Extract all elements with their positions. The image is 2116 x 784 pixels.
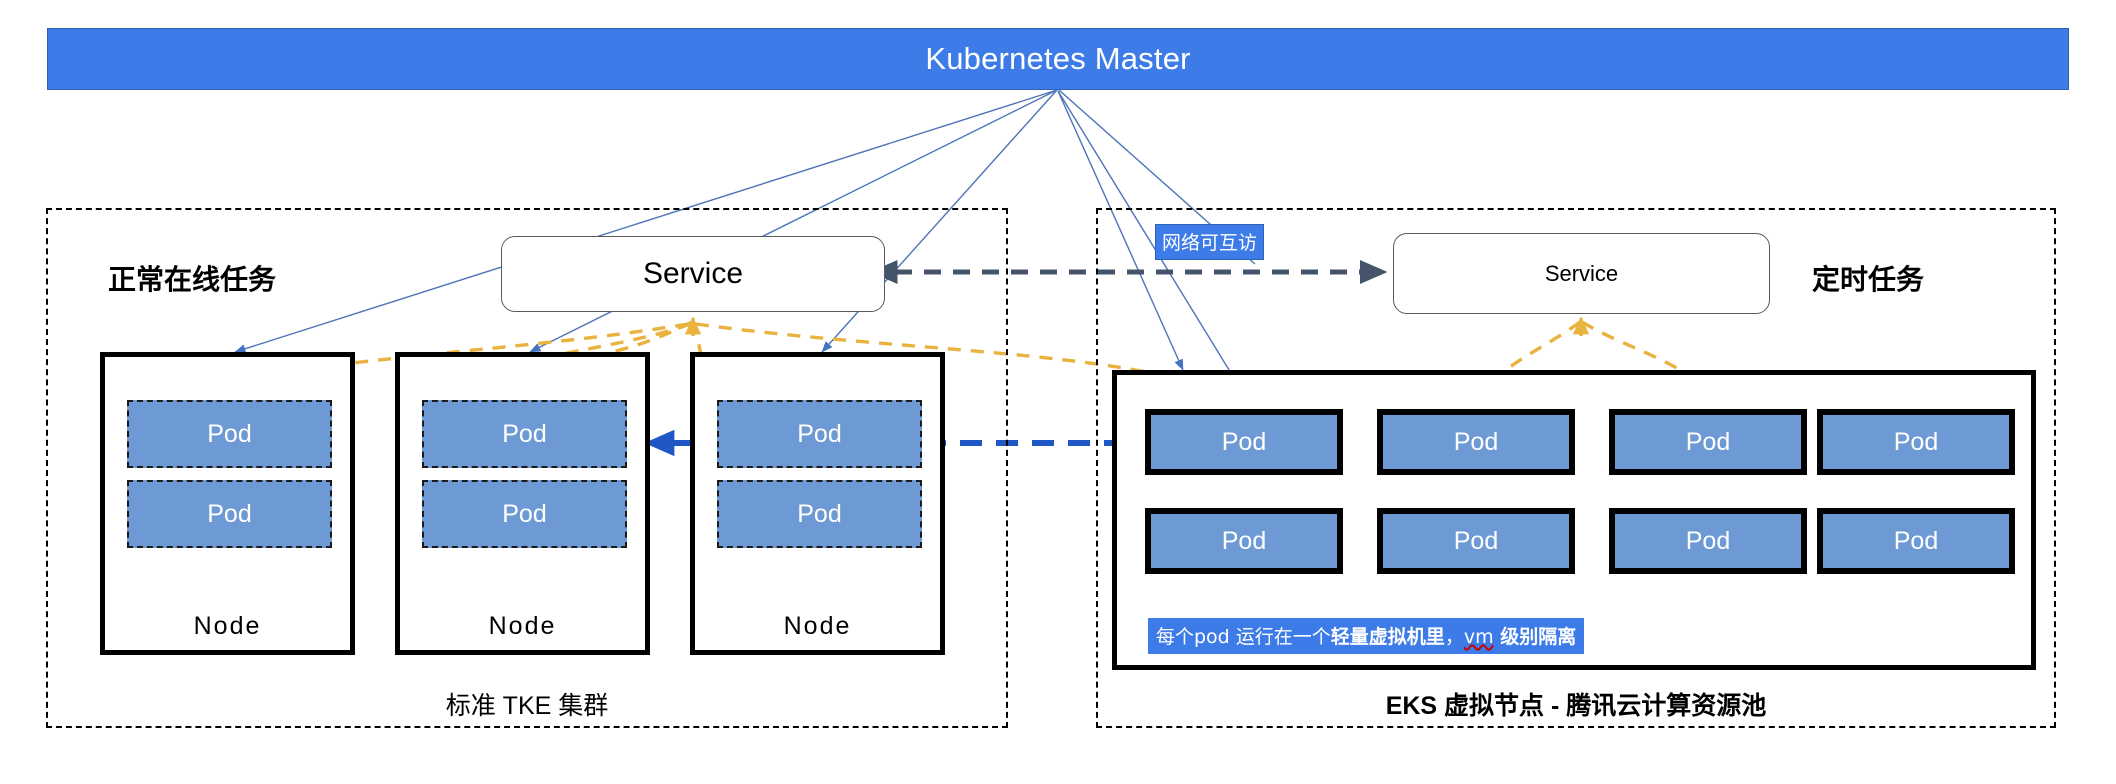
pod: Pod	[1609, 409, 1807, 475]
pod: Pod	[1145, 409, 1343, 475]
pod-label: Pod	[1453, 427, 1499, 456]
tke-node-2: Pod Pod Node	[395, 352, 650, 655]
pod-label: Pod	[502, 419, 547, 448]
pod-label: Pod	[1221, 526, 1267, 555]
pod-label: Pod	[1893, 526, 1939, 555]
pod-label: Pod	[207, 419, 252, 448]
vm-note-bold: 轻量虚拟机里	[1330, 626, 1445, 648]
kubernetes-master-title: Kubernetes Master	[925, 41, 1191, 76]
pod: Pod	[422, 480, 627, 548]
vm-note-spellchecked: vm	[1463, 626, 1494, 648]
eks-cluster-caption: EKS 虚拟节点 - 腾讯云计算资源池	[1385, 692, 1767, 720]
pod-label: Pod	[1453, 526, 1499, 555]
tke-cluster-heading: 正常在线任务	[108, 263, 277, 296]
pod: Pod	[1817, 508, 2015, 574]
tke-service-box[interactable]: Service	[501, 236, 885, 312]
pod-label: Pod	[1221, 427, 1267, 456]
tke-service-label: Service	[642, 257, 744, 290]
node-label: Node	[783, 612, 852, 640]
pod-label: Pod	[797, 419, 842, 448]
vm-note-comma: ，	[1444, 626, 1464, 648]
node-label: Node	[193, 612, 262, 640]
pod-label: Pod	[502, 499, 547, 528]
pod-label: Pod	[797, 499, 842, 528]
kubernetes-master-bar: Kubernetes Master	[47, 28, 2069, 90]
pod: Pod	[717, 400, 922, 468]
node-label: Node	[488, 612, 557, 640]
pod-label: Pod	[1893, 427, 1939, 456]
pod: Pod	[1609, 508, 1807, 574]
vm-isolation-note: 每个pod 运行在一个轻量虚拟机里，vm 级别隔离	[1148, 618, 1585, 654]
vm-note-suffix: 级别隔离	[1493, 626, 1577, 648]
diagram-canvas: Kubernetes Master 正常在线任务 Service Pod Pod…	[0, 0, 2116, 784]
tke-node-3: Pod Pod Node	[690, 352, 945, 655]
pod-label: Pod	[1685, 427, 1731, 456]
pod: Pod	[1377, 409, 1575, 475]
pod: Pod	[1377, 508, 1575, 574]
network-reachable-label: 网络可互访	[1155, 224, 1265, 260]
vm-note-prefix: 每个pod 运行在一个	[1156, 626, 1331, 648]
pod-label: Pod	[207, 499, 252, 528]
pod: Pod	[717, 480, 922, 548]
pod-label: Pod	[1685, 526, 1731, 555]
pod: Pod	[127, 480, 332, 548]
pod: Pod	[1145, 508, 1343, 574]
tke-cluster-caption: 标准 TKE 集群	[445, 692, 609, 720]
tke-node-1: Pod Pod Node	[100, 352, 355, 655]
eks-cluster-heading: 定时任务	[1812, 263, 1925, 296]
pod: Pod	[127, 400, 332, 468]
pod: Pod	[1817, 409, 2015, 475]
eks-service-box[interactable]: Service	[1393, 233, 1770, 314]
pod: Pod	[422, 400, 627, 468]
eks-service-label: Service	[1544, 260, 1619, 286]
